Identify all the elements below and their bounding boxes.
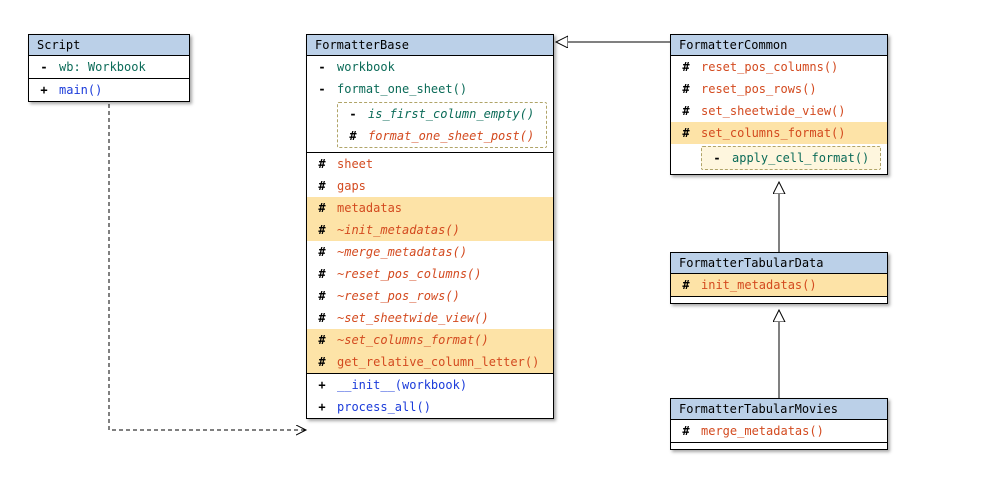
member-label: merge_metadatas(): [701, 422, 879, 440]
visibility-hash-icon: #: [679, 80, 693, 98]
member-reset-pos-columns: # ~reset_pos_columns(): [307, 263, 553, 285]
dependency-script-to-formatterbase: [109, 104, 306, 430]
member-label: workbook: [337, 58, 545, 76]
class-title: FormatterTabularMovies: [671, 399, 887, 420]
member-label: process_all(): [337, 398, 545, 416]
visibility-hash-icon: #: [315, 177, 329, 195]
class-title: FormatterBase: [307, 35, 553, 56]
class-formattertabularmovies: FormatterTabularMovies # merge_metadatas…: [670, 398, 888, 450]
visibility-minus-icon: -: [315, 58, 329, 76]
member-label: set_columns_format(): [701, 124, 879, 142]
visibility-hash-icon: #: [679, 422, 693, 440]
visibility-plus-icon: +: [315, 376, 329, 394]
member-label: reset_pos_columns(): [701, 58, 879, 76]
class-formattertabulardata: FormatterTabularData # init_metadatas(): [670, 252, 888, 304]
member-format-one-sheet-post: # format_one_sheet_post(): [338, 125, 546, 147]
visibility-minus-icon: -: [346, 105, 360, 123]
member-sheet: # sheet: [307, 153, 553, 175]
member-set-sheetwide-view: # ~set_sheetwide_view(): [307, 307, 553, 329]
visibility-hash-icon: #: [315, 265, 329, 283]
member-init-metadatas: # init_metadatas(): [671, 274, 887, 296]
member-label: gaps: [337, 177, 545, 195]
member-label: is_first_column_empty(): [368, 105, 538, 123]
member-workbook: - workbook: [307, 56, 553, 78]
member-set-columns-format: # ~set_columns_format(): [307, 329, 553, 351]
visibility-hash-icon: #: [315, 221, 329, 239]
member-label: ~init_metadatas(): [337, 221, 545, 239]
member-set-sheetwide-view: # set_sheetwide_view(): [671, 100, 887, 122]
member-get-relative-column-letter: # get_relative_column_letter(): [307, 351, 553, 373]
member-label: ~reset_pos_rows(): [337, 287, 545, 305]
member-label: sheet: [337, 155, 545, 173]
member-label: format_one_sheet(): [337, 80, 545, 98]
class-title: FormatterTabularData: [671, 253, 887, 274]
member-reset-pos-rows: # reset_pos_rows(): [671, 78, 887, 100]
visibility-minus-icon: -: [37, 58, 51, 76]
visibility-hash-icon: #: [315, 353, 329, 371]
class-formatterbase: FormatterBase - workbook - format_one_sh…: [306, 34, 554, 419]
member-wb: - wb: Workbook: [29, 56, 189, 78]
member-label: apply_cell_format(): [732, 149, 872, 167]
visibility-hash-icon: #: [315, 155, 329, 173]
visibility-minus-icon: -: [710, 149, 724, 167]
member-set-columns-format: # set_columns_format(): [671, 122, 887, 144]
class-script: Script - wb: Workbook + main(): [28, 34, 190, 102]
member-label: wb: Workbook: [59, 58, 181, 76]
visibility-hash-icon: #: [315, 331, 329, 349]
member-main: + main(): [29, 79, 189, 101]
member-label: ~set_sheetwide_view(): [337, 309, 545, 327]
visibility-hash-icon: #: [679, 58, 693, 76]
class-title: FormatterCommon: [671, 35, 887, 56]
member-label: main(): [59, 81, 181, 99]
visibility-hash-icon: #: [679, 102, 693, 120]
visibility-hash-icon: #: [315, 309, 329, 327]
member-is-first-column-empty: - is_first_column_empty(): [338, 103, 546, 125]
visibility-minus-icon: -: [315, 80, 329, 98]
member-apply-cell-format: - apply_cell_format(): [702, 147, 880, 169]
member-label: set_sheetwide_view(): [701, 102, 879, 120]
member-label: init_metadatas(): [701, 276, 879, 294]
visibility-plus-icon: +: [37, 81, 51, 99]
member-reset-pos-columns: # reset_pos_columns(): [671, 56, 887, 78]
member-init-metadatas: # ~init_metadatas(): [307, 219, 553, 241]
member-format-one-sheet: - format_one_sheet(): [307, 78, 553, 100]
visibility-hash-icon: #: [346, 127, 360, 145]
member-label: reset_pos_rows(): [701, 80, 879, 98]
visibility-hash-icon: #: [315, 199, 329, 217]
member-init: + __init__(workbook): [307, 374, 553, 396]
inner-group-apply-cell-format: - apply_cell_format(): [701, 146, 881, 170]
member-gaps: # gaps: [307, 175, 553, 197]
class-title: Script: [29, 35, 189, 56]
member-merge-metadatas: # merge_metadatas(): [671, 420, 887, 442]
visibility-plus-icon: +: [315, 398, 329, 416]
class-formattercommon: FormatterCommon # reset_pos_columns() # …: [670, 34, 888, 175]
member-label: ~reset_pos_columns(): [337, 265, 545, 283]
visibility-hash-icon: #: [315, 243, 329, 261]
member-merge-metadatas: # ~merge_metadatas(): [307, 241, 553, 263]
member-label: ~set_columns_format(): [337, 331, 545, 349]
visibility-hash-icon: #: [679, 276, 693, 294]
member-label: ~merge_metadatas(): [337, 243, 545, 261]
member-label: metadatas: [337, 199, 545, 217]
member-label: __init__(workbook): [337, 376, 545, 394]
member-label: get_relative_column_letter(): [337, 353, 545, 371]
member-process-all: + process_all(): [307, 396, 553, 418]
visibility-hash-icon: #: [679, 124, 693, 142]
member-reset-pos-rows: # ~reset_pos_rows(): [307, 285, 553, 307]
member-label: format_one_sheet_post(): [368, 127, 538, 145]
visibility-hash-icon: #: [315, 287, 329, 305]
inner-group-format-one-sheet: - is_first_column_empty() # format_one_s…: [337, 102, 547, 148]
member-metadatas: # metadatas: [307, 197, 553, 219]
